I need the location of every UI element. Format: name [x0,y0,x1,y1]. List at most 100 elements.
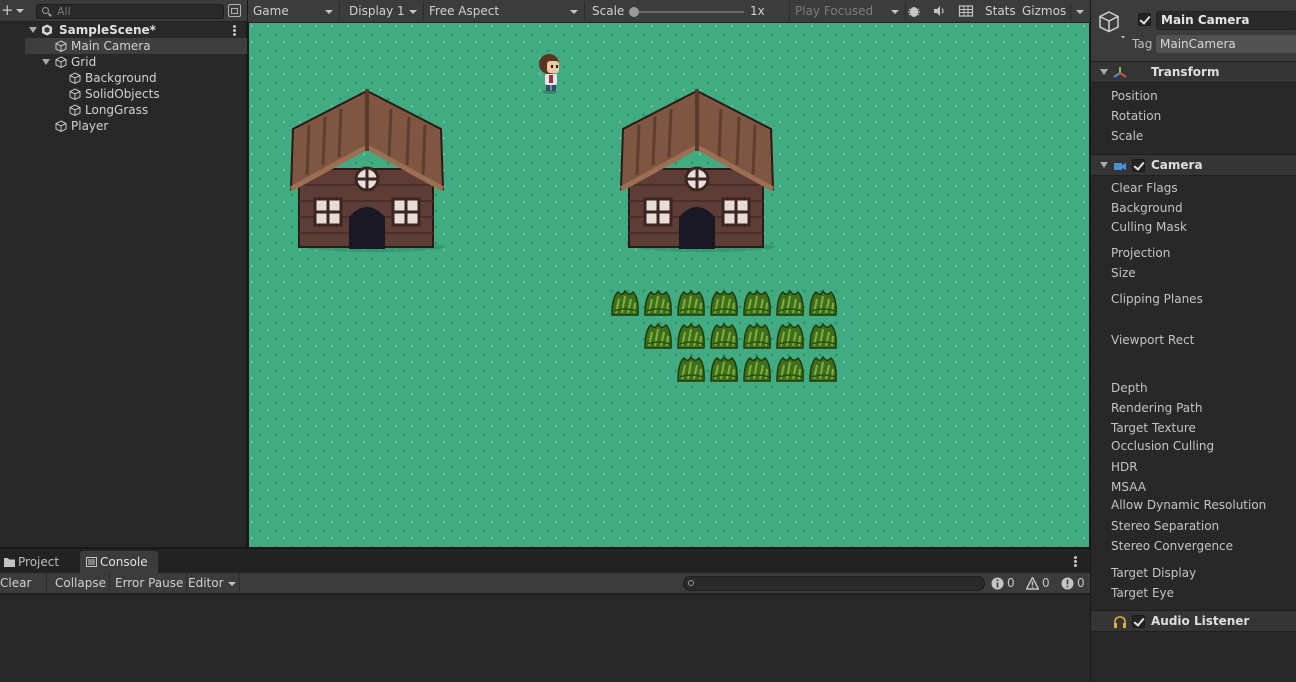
collapse-button[interactable]: Collapse [52,573,110,593]
toolbar-divider [1070,3,1071,20]
hierarchy-item-main-camera[interactable]: Main Camera [25,38,247,54]
warning-icon [1026,577,1039,590]
hierarchy-item-background[interactable]: Background [25,70,247,86]
folder-icon [4,558,15,567]
long-grass-tile [743,322,771,349]
gameobject-cube-icon[interactable] [1099,10,1125,40]
fold-arrow-icon[interactable] [1100,162,1108,168]
property-label: Target Display [1111,566,1197,580]
property-label: Target Eye [1111,586,1175,600]
warning-count-toggle[interactable]: 0 [1026,575,1050,592]
property-label: Scale [1111,129,1144,143]
long-grass-tile [776,355,804,382]
tag-dropdown[interactable]: MainCamera [1156,35,1296,53]
search-icon [42,7,49,14]
property-label: Allow Dynamic Resolution [1111,498,1267,512]
hierarchy-item-label: Background [85,71,157,85]
view-dropdown[interactable]: Game [248,2,340,21]
gizmos-button[interactable]: Gizmos [1022,2,1066,21]
info-count: 0 [1007,576,1015,590]
tab-project[interactable]: Project [0,551,68,573]
long-grass-tile [677,322,705,349]
hierarchy-item-samplescene[interactable]: SampleScene* [25,22,247,38]
aspect-dropdown[interactable]: Free Aspect [424,2,585,21]
chevron-down-icon [409,10,417,14]
chevron-down-icon [891,10,899,14]
long-grass-tile [710,322,738,349]
search-icon [688,580,694,586]
property-label: Background [1111,201,1183,215]
display-dropdown[interactable]: Display 1 [344,2,424,21]
long-grass-tile [809,322,837,349]
camera-enabled-checkbox[interactable] [1132,159,1145,172]
component-title: Camera [1151,158,1203,172]
gizmos-dropdown-icon[interactable] [1076,10,1084,14]
expand-arrow-icon[interactable] [29,27,37,33]
error-pause-button[interactable]: Error Pause [112,573,188,593]
long-grass-tile [809,355,837,382]
hierarchy-item-solidobjects[interactable]: SolidObjects [25,86,247,102]
hierarchy-item-label: Grid [71,55,97,69]
play-mode-dropdown[interactable]: Play Focused [789,2,906,21]
scale-slider[interactable] [634,11,744,13]
house-sprite [289,89,445,252]
lock-icon[interactable] [228,4,241,17]
property-label: Rotation [1111,109,1162,123]
headphones-icon [1114,616,1126,628]
audio-listener-component-header[interactable]: Audio Listener [1091,610,1296,632]
inspector-header: Main Camera Tag MainCamera [1091,0,1296,62]
long-grass-tile [710,355,738,382]
bug-icon[interactable] [906,4,922,18]
tab-console[interactable]: Console [80,551,158,573]
long-grass-tile [743,355,771,382]
scale-slider-thumb[interactable] [629,7,639,17]
transform-component-header[interactable]: Transform [1091,61,1296,83]
player-sprite [539,54,559,94]
hierarchy-item-player[interactable]: Player [25,118,247,134]
chevron-down-icon [16,9,24,13]
hierarchy-item-longgrass[interactable]: LongGrass [25,102,247,118]
expand-arrow-icon[interactable] [42,59,50,65]
transform-icon [1113,67,1127,78]
error-icon [1061,577,1074,590]
hierarchy-item-grid[interactable]: Grid [25,54,247,70]
gameobject-cube-icon [69,72,81,84]
info-icon [991,577,1004,590]
hierarchy-item-label: SampleScene* [59,23,156,37]
layout-grid-icon[interactable] [958,4,974,18]
camera-component-header[interactable]: Camera [1091,154,1296,176]
view-dropdown-label: Game [253,4,289,18]
audio-listener-enabled-checkbox[interactable] [1132,615,1145,628]
gameobject-cube-icon [55,120,67,132]
stats-button[interactable]: Stats [985,2,1016,21]
gameobject-cube-icon [55,56,67,68]
property-label: Size [1111,266,1136,280]
long-grass-tile [776,289,804,316]
editor-label: Editor [188,576,224,590]
info-count-toggle[interactable]: 0 [991,575,1015,592]
active-checkbox[interactable] [1138,13,1151,26]
long-grass-tile [743,289,771,316]
scene-menu-icon[interactable] [232,25,238,37]
scale-value: 1x [750,4,765,18]
chevron-down-icon [570,10,578,14]
clear-button[interactable]: Clear [0,573,47,606]
mute-audio-icon[interactable] [931,4,947,18]
inspector-panel: Main Camera Tag MainCamera Transform Pos… [1090,0,1296,682]
console-log-area[interactable] [0,595,1090,682]
game-viewport[interactable] [249,23,1089,547]
long-grass-tile [776,322,804,349]
fold-arrow-icon[interactable] [1100,69,1108,75]
console-search-input[interactable] [683,576,985,591]
collapse-label: Collapse [55,576,106,590]
hierarchy-item-label: SolidObjects [85,87,160,101]
object-name-field[interactable]: Main Camera [1156,11,1296,30]
error-count-toggle[interactable]: 0 [1061,575,1085,592]
hierarchy-item-label: Player [71,119,109,133]
property-label: MSAA [1111,480,1146,494]
hierarchy-search-input[interactable]: All [36,4,224,19]
editor-dropdown[interactable]: Editor [185,573,240,593]
add-object-button[interactable]: + [1,3,27,19]
panel-menu-icon[interactable] [1074,556,1078,570]
component-title: Audio Listener [1151,614,1250,628]
